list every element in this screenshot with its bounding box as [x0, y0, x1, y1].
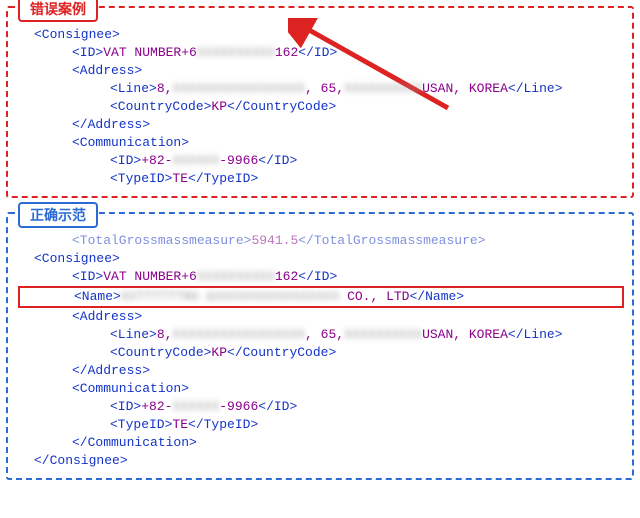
xml-tag: <Communication>: [72, 135, 189, 150]
redacted-text: XXXXXXXXXXXXXXXXX: [172, 81, 305, 96]
redacted-text: XXXXXX: [172, 153, 219, 168]
xml-text: KP: [211, 345, 227, 360]
xml-text: , 65,: [305, 327, 344, 342]
xml-tag: </Communication>: [72, 435, 197, 450]
redacted-text: XXXXXXXXXX: [197, 45, 275, 60]
xml-tag: <Line>: [110, 81, 157, 96]
xml-tag: </ID>: [298, 45, 337, 60]
redacted-text: XXXXXXXXXX: [344, 327, 422, 342]
xml-tag: <TypeID>: [110, 171, 172, 186]
xml-tag: <TypeID>: [110, 417, 172, 432]
xml-tag: </Address>: [72, 117, 150, 132]
xml-text: 162: [275, 45, 298, 60]
redacted-text: XXXXXXXXXXXXXXXX: [214, 289, 339, 304]
redacted-text: TTTTTTNG &: [136, 289, 214, 304]
xml-tag: <Consignee>: [34, 251, 120, 266]
highlighted-name-row: <Name>XXTTTTTTNG &XXXXXXXXXXXXXXXX CO., …: [18, 286, 624, 308]
xml-text: -9966: [219, 153, 258, 168]
xml-text: , 65,: [305, 81, 344, 96]
xml-tag: <Communication>: [72, 381, 189, 396]
xml-tag: </Name>: [409, 289, 464, 304]
xml-text: 5941.5: [251, 233, 298, 248]
xml-tag: </ID>: [258, 399, 297, 414]
xml-tag: </ID>: [298, 269, 337, 284]
wrong-code-block: <Consignee> <ID>VAT NUMBER+6XXXXXXXXXX16…: [16, 26, 624, 188]
xml-text: VAT NUMBER+6: [103, 45, 197, 60]
xml-tag: </Consignee>: [34, 453, 128, 468]
xml-text: CO., LTD: [339, 289, 409, 304]
xml-text: 162: [275, 269, 298, 284]
xml-tag: </CountryCode>: [227, 345, 336, 360]
xml-text: +82-: [141, 399, 172, 414]
correct-example-panel: 正确示范 <TotalGrossmassmeasure>5941.5</Tota…: [6, 212, 634, 480]
xml-tag: <Line>: [110, 327, 157, 342]
xml-tag: <CountryCode>: [110, 99, 211, 114]
xml-tag: </TypeID>: [188, 171, 258, 186]
redacted-text: XXXXXXXXXX: [197, 269, 275, 284]
xml-tag: </Line>: [508, 81, 563, 96]
xml-tag: <Name>: [74, 289, 121, 304]
wrong-example-panel: 错误案例 <Consignee> <ID>VAT NUMBER+6XXXXXXX…: [6, 6, 634, 198]
xml-tag: <ID>: [72, 45, 103, 60]
redacted-text: XXXXXX: [172, 399, 219, 414]
xml-text: KP: [211, 99, 227, 114]
correct-code-block: <TotalGrossmassmeasure>5941.5</TotalGros…: [16, 232, 624, 470]
xml-tag: <ID>: [110, 399, 141, 414]
xml-tag: </TypeID>: [188, 417, 258, 432]
xml-tag: </CountryCode>: [227, 99, 336, 114]
xml-tag: </Address>: [72, 363, 150, 378]
xml-tag: <ID>: [72, 269, 103, 284]
xml-tag: <ID>: [110, 153, 141, 168]
xml-tag: <Address>: [72, 63, 142, 78]
wrong-example-title: 错误案例: [18, 0, 98, 22]
correct-example-title: 正确示范: [18, 202, 98, 228]
xml-text: USAN, KOREA: [422, 327, 508, 342]
xml-text: 8,: [157, 327, 173, 342]
xml-text: VAT NUMBER+6: [103, 269, 197, 284]
xml-tag: </ID>: [258, 153, 297, 168]
xml-tag: </TotalGrossmassmeasure>: [298, 233, 485, 248]
xml-tag: <CountryCode>: [110, 345, 211, 360]
xml-tag: </Line>: [508, 327, 563, 342]
xml-tag: <TotalGrossmassmeasure>: [72, 233, 251, 248]
xml-text: USAN, KOREA: [422, 81, 508, 96]
redacted-text: XX: [121, 289, 137, 304]
xml-text: TE: [172, 417, 188, 432]
xml-tag: <Address>: [72, 309, 142, 324]
xml-text: +82-: [141, 153, 172, 168]
xml-tag: <Consignee>: [34, 27, 120, 42]
xml-text: 8,: [157, 81, 173, 96]
redacted-text: XXXXXXXXXXXXXXXXX: [172, 327, 305, 342]
xml-text: -9966: [219, 399, 258, 414]
redacted-text: XXXXXXXXXX: [344, 81, 422, 96]
xml-text: TE: [172, 171, 188, 186]
